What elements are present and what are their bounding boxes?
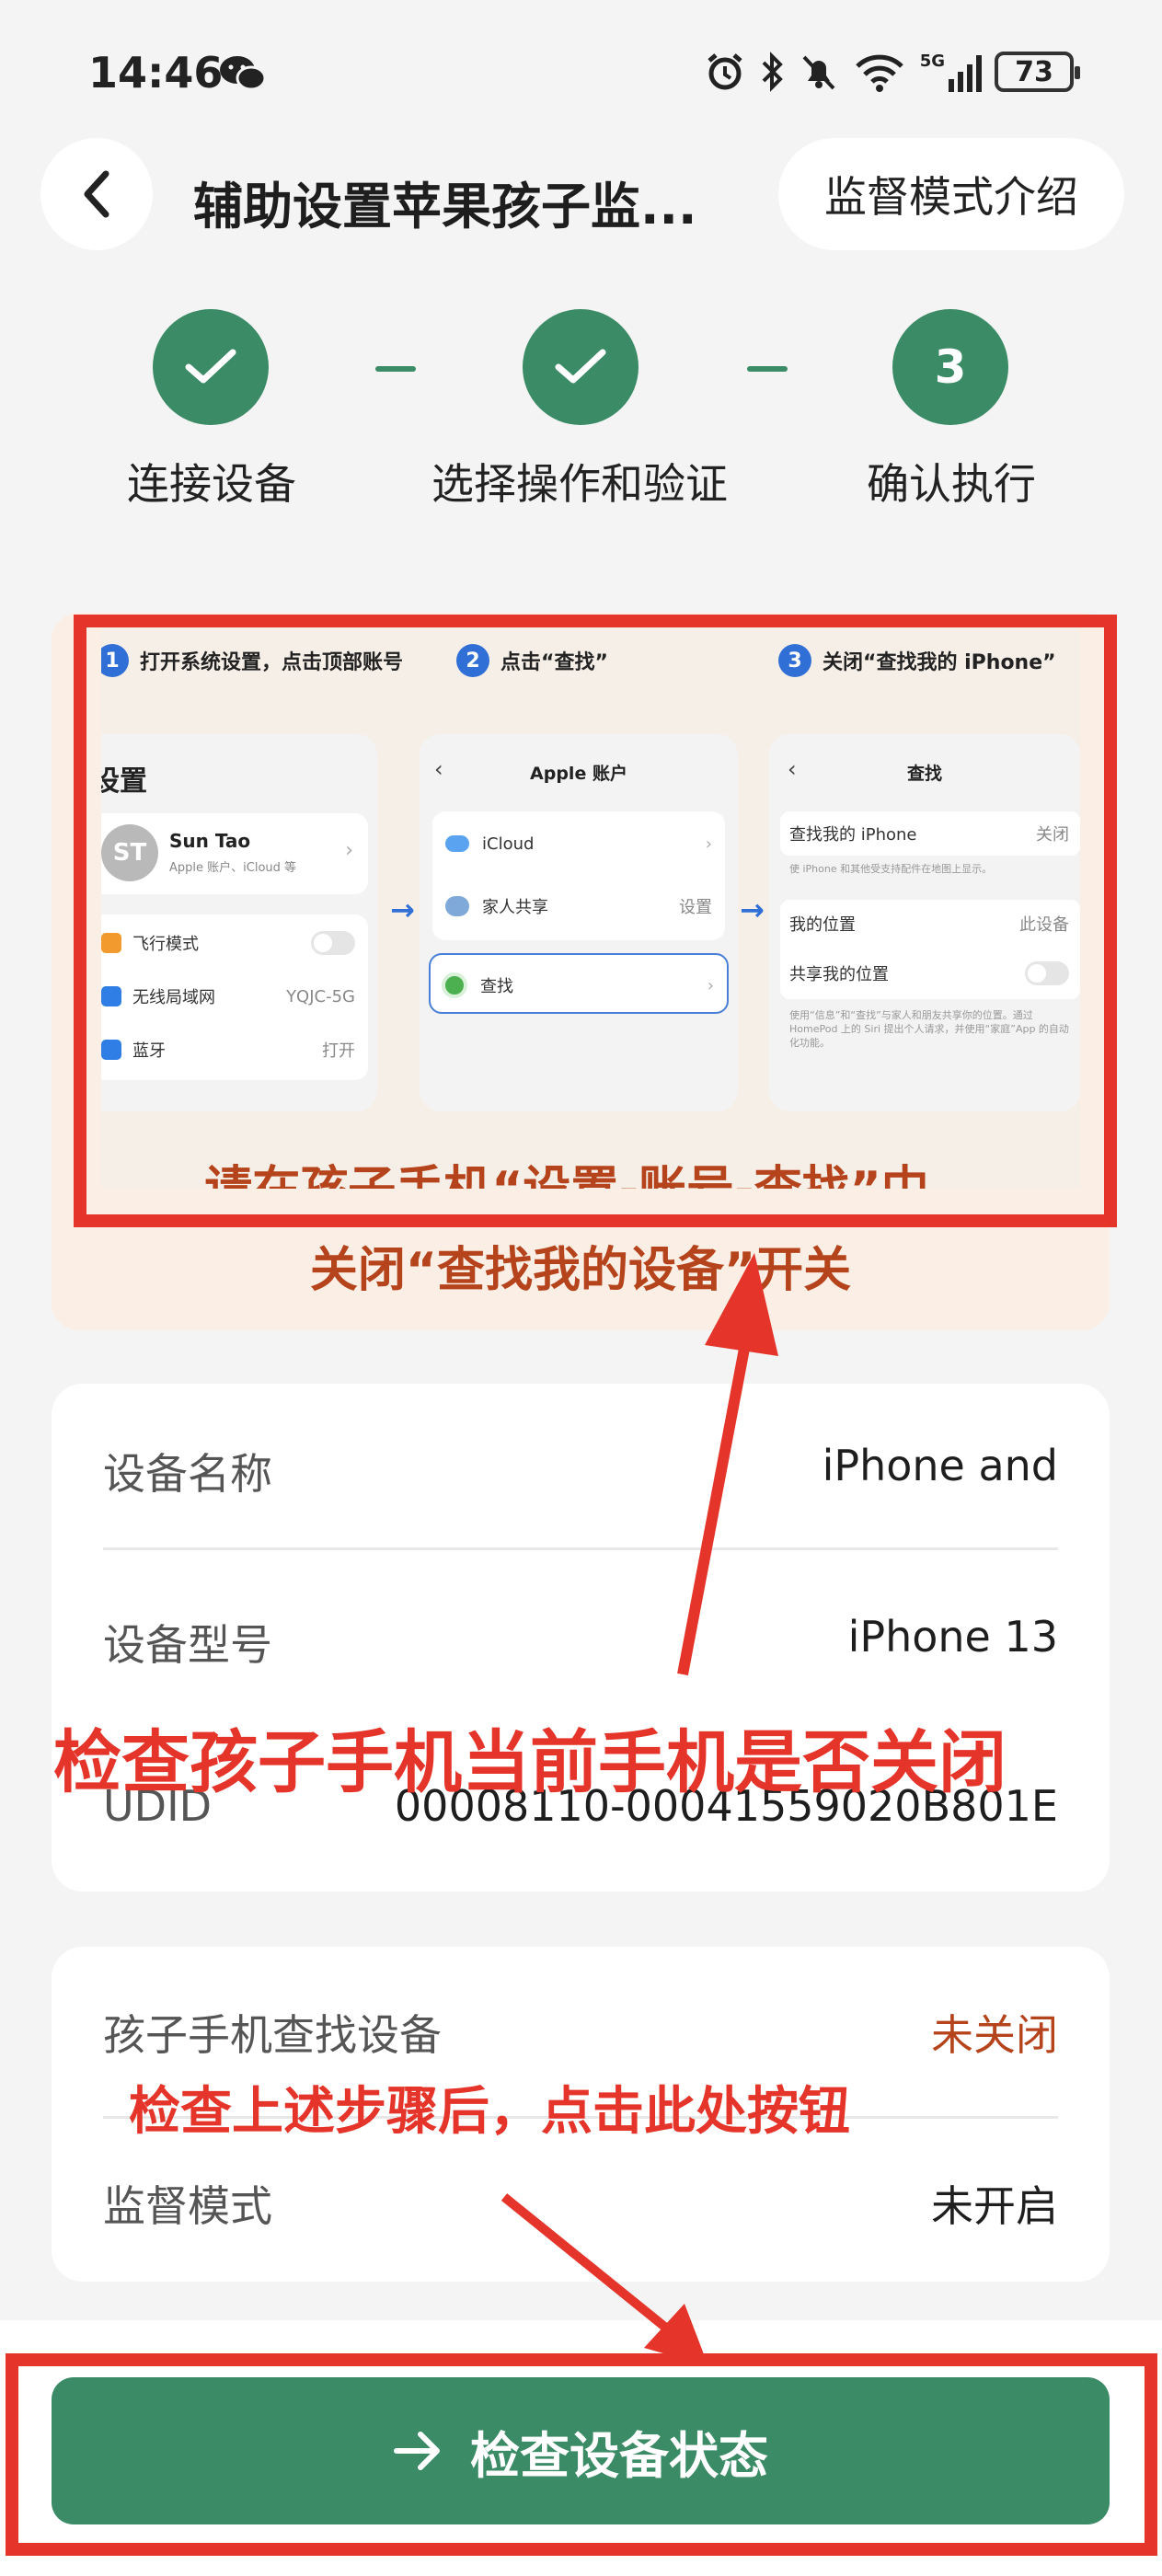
status-icons: 5G 73 [705, 46, 1080, 98]
supervise-mode-label: 监督模式 [103, 2181, 272, 2231]
device-info-card: 设备名称 iPhone and 设备型号 iPhone 13 UDID 0000… [52, 1384, 1110, 1892]
step-1-label: 连接设备 [127, 459, 296, 509]
wechat-icon [220, 56, 267, 91]
bluetooth-icon [762, 52, 783, 92]
annotation-button-box [6, 2353, 1157, 2556]
divider [103, 1547, 1058, 1550]
wifi-icon [855, 54, 903, 92]
status-time: 14:46 [88, 48, 224, 98]
mute-bell-icon [802, 55, 835, 90]
step-connector [747, 366, 788, 372]
step-3-number: 3 [934, 340, 967, 394]
check-icon [185, 349, 236, 384]
find-device-label: 孩子手机查找设备 [103, 2010, 442, 2060]
annotation-click-here: 检查上述步骤后，点击此处按钮 [129, 2082, 850, 2142]
device-model-value: iPhone 13 [847, 1612, 1058, 1662]
annotation-check-off: 检查孩子手机当前手机是否关闭 [53, 1723, 1007, 1802]
device-name-label: 设备名称 [103, 1449, 272, 1499]
signal-icon: 5G [920, 52, 982, 92]
guide-caption-line-2: 关闭“查找我的设备”开关 [309, 1243, 852, 1298]
supervise-mode-status: 未开启 [931, 2181, 1058, 2231]
alarm-icon [708, 53, 742, 90]
network-type: 5G [919, 52, 945, 71]
device-model-label: 设备型号 [103, 1620, 272, 1670]
device-name-value: iPhone and [822, 1441, 1058, 1490]
chevron-left-icon [84, 170, 109, 218]
find-device-status: 未关闭 [931, 2010, 1058, 2060]
step-2-label: 选择操作和验证 [431, 459, 728, 509]
annotation-guide-box [74, 615, 1117, 1227]
step-3-current: 3 [892, 309, 1008, 425]
page-title: 辅助设置苹果孩子监... [193, 178, 697, 236]
step-3-label: 确认执行 [867, 459, 1036, 509]
step-1-done-icon [153, 309, 269, 425]
back-button[interactable] [40, 138, 153, 250]
step-2-done-icon [523, 309, 639, 425]
step-connector [375, 366, 416, 372]
supervise-intro-button[interactable]: 监督模式介绍 [778, 138, 1124, 250]
battery-icon: 73 [995, 52, 1080, 92]
check-icon [555, 349, 606, 384]
battery-level: 73 [1015, 55, 1053, 88]
